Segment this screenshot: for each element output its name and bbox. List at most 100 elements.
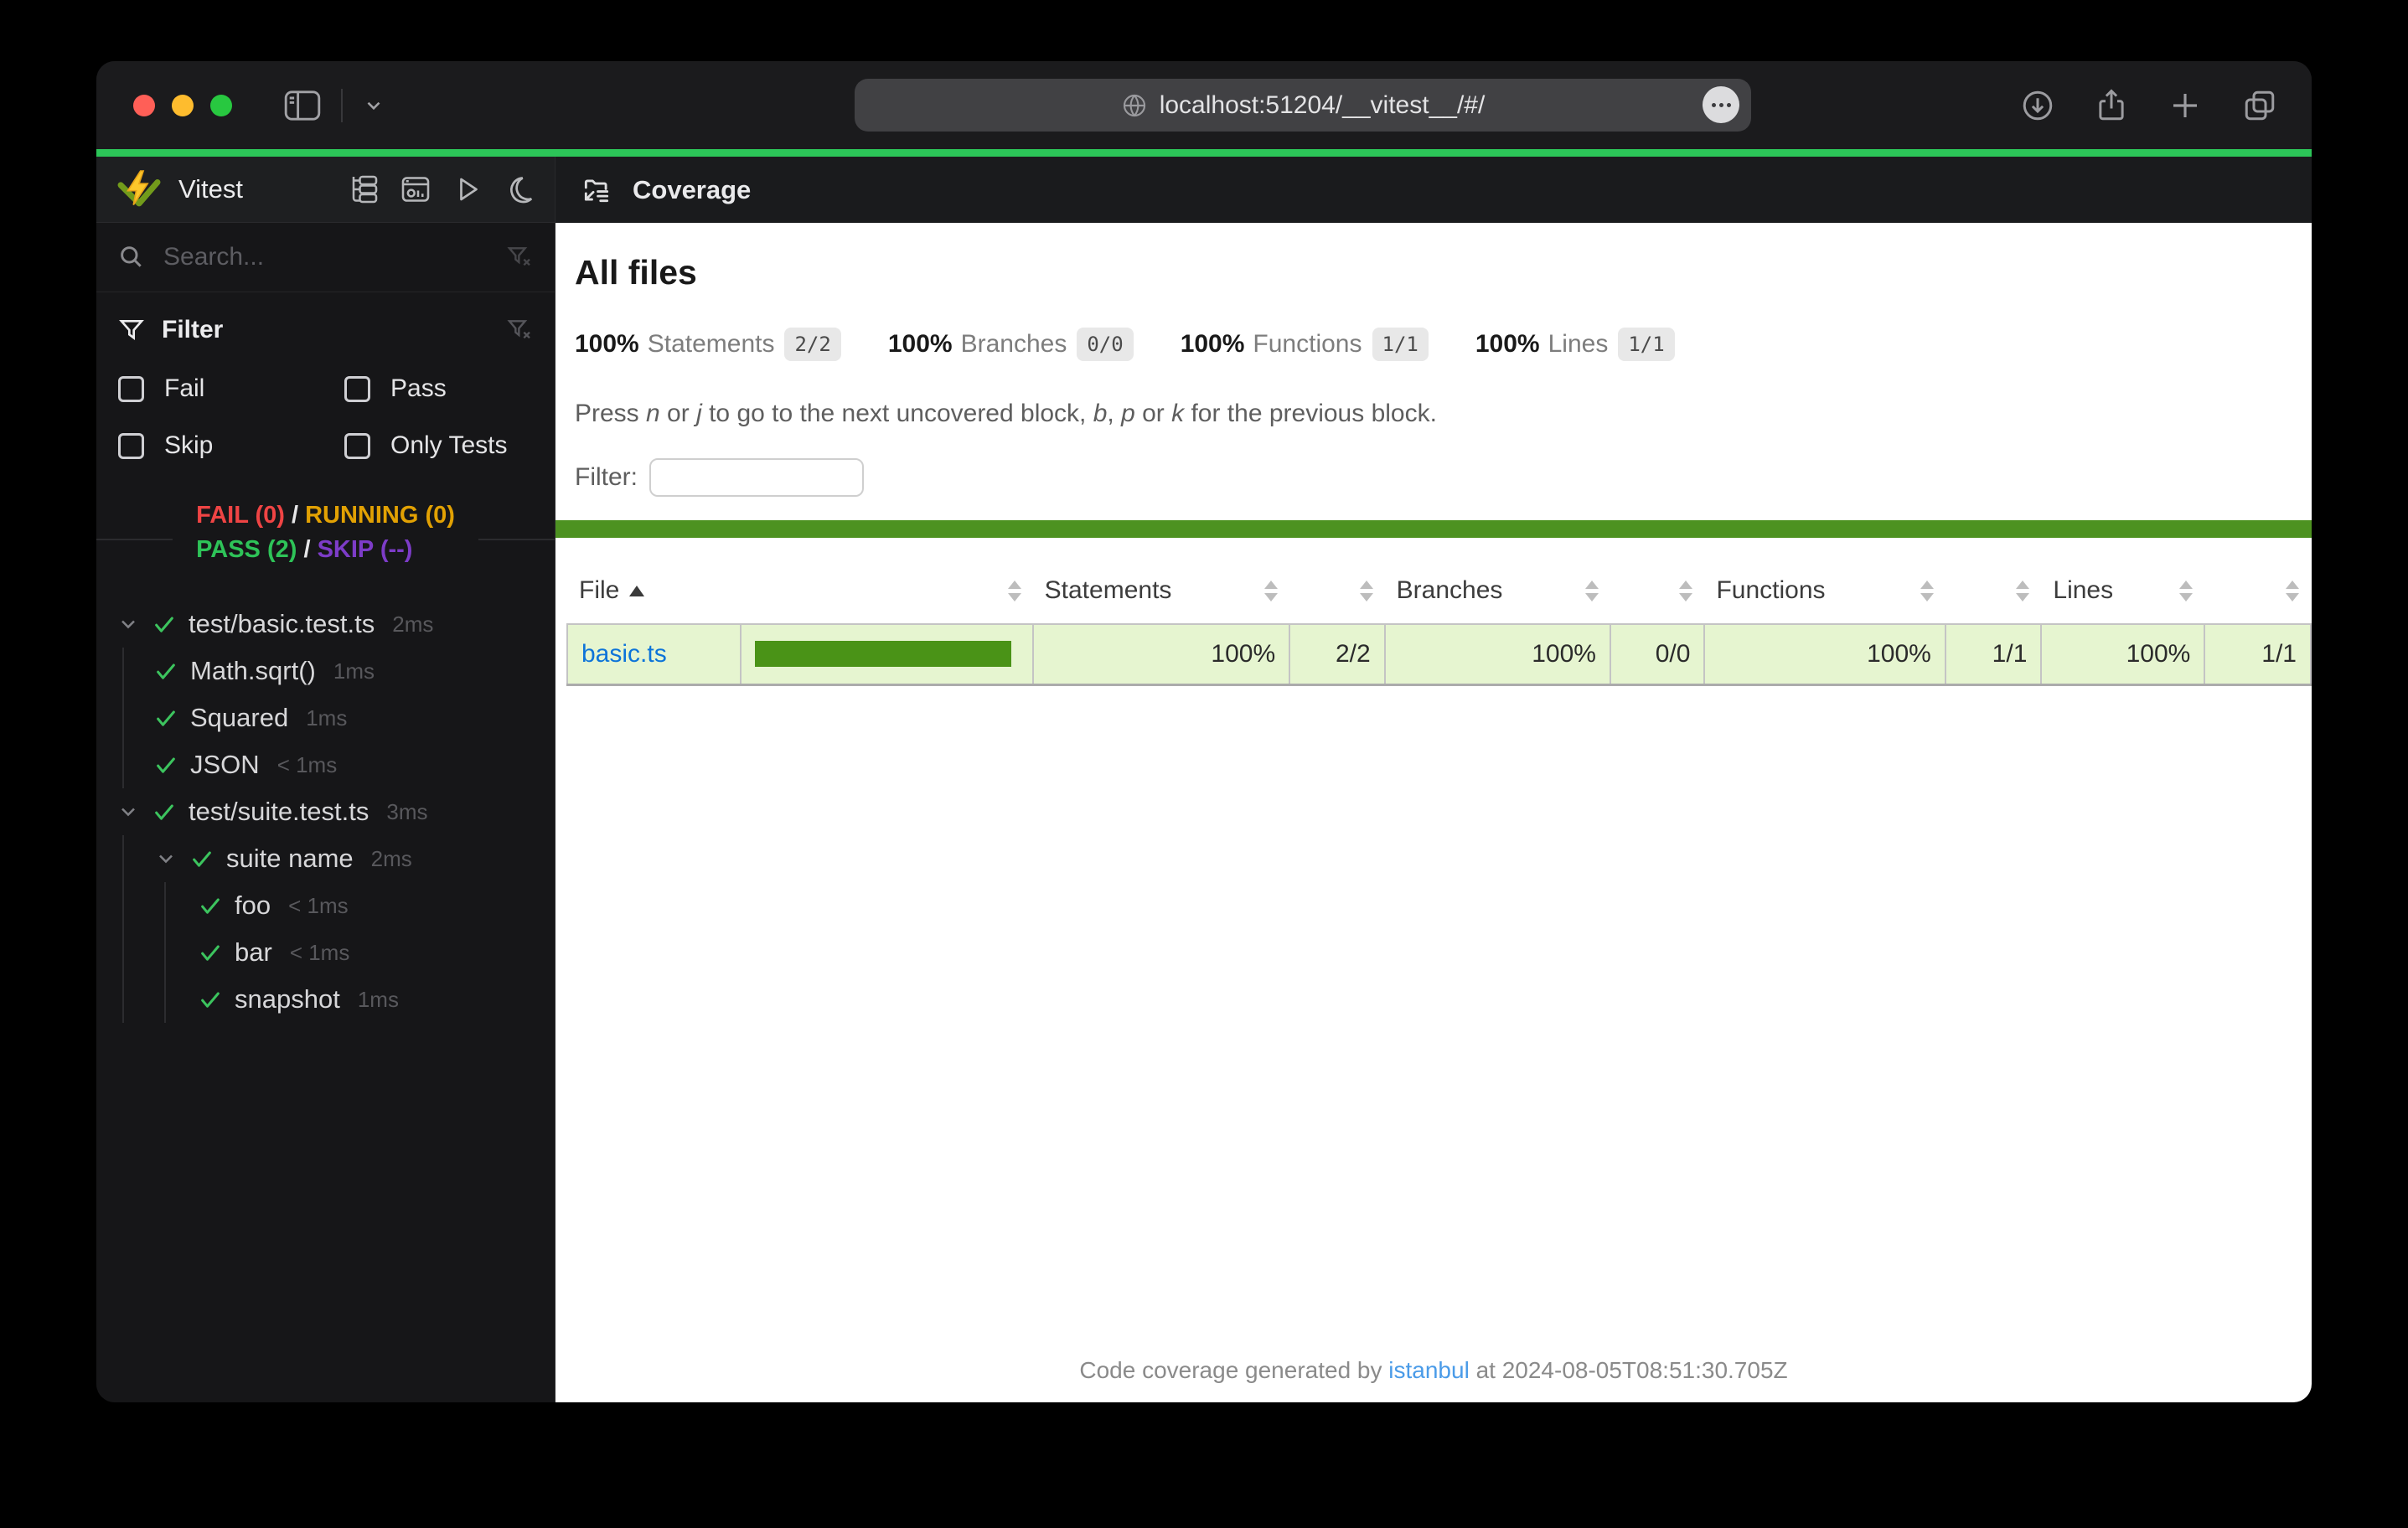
sort-lines-header[interactable]: Lines	[2041, 561, 2204, 624]
browser-titlebar: localhost:51204/__vitest__/#/	[96, 61, 2312, 149]
sort-icon	[1584, 580, 1599, 601]
checkbox-fail[interactable]: Fail	[118, 374, 344, 403]
filter-label: Filter:	[575, 463, 638, 491]
tree-item-suite[interactable]: suite name 2ms	[154, 835, 546, 882]
url-text: localhost:51204/__vitest__/#/	[1159, 90, 1486, 119]
tree-item-test[interactable]: Math.sqrt() 1ms	[154, 648, 546, 694]
stat-statements: 100% Statements 2/2	[575, 328, 841, 361]
lines-ratio-cell: 1/1	[2204, 623, 2312, 686]
coverage-bar	[754, 641, 1011, 668]
sort-file-header[interactable]: File	[567, 561, 741, 624]
chevron-down-icon[interactable]	[154, 847, 178, 870]
sort-statements-header[interactable]: Statements	[1033, 561, 1289, 624]
stat-functions: 100% Functions 1/1	[1181, 328, 1429, 361]
branches-ratio-cell: 0/0	[1609, 623, 1706, 686]
filter-section: Filter Fail Pass Skip Only Tests	[96, 292, 555, 460]
chevron-down-icon[interactable]	[363, 95, 385, 116]
minimize-button[interactable]	[172, 94, 194, 116]
ellipsis-icon[interactable]	[1703, 86, 1739, 123]
run-all-icon[interactable]	[452, 174, 483, 204]
dashboard-icon[interactable]	[400, 174, 431, 204]
checkbox-box[interactable]	[118, 375, 144, 402]
coverage-filter-input[interactable]	[649, 458, 864, 497]
sidebar-toggle-icon[interactable]	[284, 90, 321, 121]
app-title: Vitest	[178, 174, 243, 204]
statements-pct-cell: 100%	[1031, 623, 1291, 686]
report-folder-icon	[581, 174, 612, 206]
branches-pct-cell: 100%	[1383, 623, 1611, 686]
check-icon	[152, 800, 176, 823]
file-link[interactable]: basic.ts	[581, 640, 667, 668]
search-input[interactable]: Search...	[163, 243, 264, 271]
tree-item-test[interactable]: bar < 1ms	[199, 929, 546, 976]
test-tree: test/basic.test.ts 2ms Math.sqrt() 1ms S…	[96, 601, 555, 1023]
close-button[interactable]	[133, 94, 155, 116]
check-icon	[154, 753, 178, 777]
page-title: All files	[575, 253, 697, 292]
coverage-stats: 100% Statements 2/2 100% Branches 0/0 10…	[575, 328, 2312, 361]
checkbox-box[interactable]	[344, 432, 370, 459]
table-header-row: File Statements Branches Functions Lines	[567, 561, 2311, 624]
coverage-tab-label: Coverage	[633, 174, 752, 204]
check-icon	[154, 706, 178, 730]
sort-asc-icon	[629, 585, 645, 596]
checkbox-box[interactable]	[118, 432, 144, 459]
checkbox-only-tests[interactable]: Only Tests	[344, 431, 533, 460]
coverage-report: All files 100% Statements 2/2 100% Branc…	[555, 223, 2312, 1402]
sort-functions-header[interactable]: Functions	[1704, 561, 1945, 624]
zoom-button[interactable]	[210, 94, 232, 116]
tree-item-test[interactable]: snapshot 1ms	[199, 976, 546, 1023]
sidebar-header: Vitest	[96, 157, 555, 223]
fail-count: FAIL (0)	[196, 502, 285, 529]
sort-branches-ratio-header[interactable]	[1610, 561, 1705, 624]
istanbul-link[interactable]: istanbul	[1388, 1357, 1470, 1383]
sort-bar-header[interactable]	[741, 561, 1033, 624]
check-icon	[152, 612, 176, 636]
share-icon[interactable]	[2094, 88, 2129, 123]
stat-ratio-badge: 1/1	[1372, 328, 1429, 361]
check-icon	[199, 894, 222, 917]
checkbox-skip[interactable]: Skip	[118, 431, 344, 460]
vitest-logo-icon	[116, 167, 162, 212]
functions-pct-cell: 100%	[1703, 623, 1946, 686]
stat-branches: 100% Branches 0/0	[888, 328, 1134, 361]
sort-icon	[1679, 580, 1693, 601]
traffic-lights	[133, 94, 232, 116]
functions-ratio-cell: 1/1	[1944, 623, 2043, 686]
tree-item-test[interactable]: Squared 1ms	[154, 694, 546, 741]
keyboard-hint: Press n or j to go to the next uncovered…	[575, 400, 1437, 427]
pass-count: PASS (2)	[196, 536, 297, 563]
sort-icon	[1920, 580, 1934, 601]
tab-overview-icon[interactable]	[2241, 88, 2278, 123]
checkbox-box[interactable]	[344, 375, 370, 402]
sort-functions-ratio-header[interactable]	[1946, 561, 2042, 624]
running-count: RUNNING (0)	[305, 502, 455, 529]
sidebar: Vitest Search... Filter Fail Pass Skip O…	[96, 157, 555, 1402]
sort-icon	[1007, 580, 1021, 601]
checkbox-pass[interactable]: Pass	[344, 374, 533, 403]
main-panel: Coverage All files 100% Statements 2/2 1…	[555, 157, 2312, 1402]
dark-mode-icon[interactable]	[504, 174, 535, 204]
clear-filter-icon[interactable]	[506, 317, 533, 343]
test-progress-bar	[96, 149, 2312, 157]
search-bar[interactable]: Search...	[96, 223, 555, 292]
new-tab-icon[interactable]	[2168, 88, 2203, 123]
check-icon	[190, 847, 214, 870]
tree-item-file[interactable]: test/basic.test.ts 2ms	[116, 601, 546, 648]
sort-icon	[2179, 580, 2194, 601]
chevron-down-icon[interactable]	[116, 612, 140, 636]
coverage-tab[interactable]: Coverage	[555, 157, 2312, 223]
sort-lines-ratio-header[interactable]	[2204, 561, 2311, 624]
tree-item-file[interactable]: test/suite.test.ts 3ms	[116, 788, 546, 835]
tree-item-test[interactable]: JSON < 1ms	[154, 741, 546, 788]
sort-icon	[2286, 580, 2299, 601]
download-icon[interactable]	[2020, 88, 2055, 123]
address-bar[interactable]: localhost:51204/__vitest__/#/	[855, 79, 1751, 132]
browser-window: localhost:51204/__vitest__/#/ Vitest Sea…	[96, 61, 2312, 1402]
sort-statements-ratio-header[interactable]	[1289, 561, 1385, 624]
tree-view-icon[interactable]	[349, 174, 379, 204]
tree-item-test[interactable]: foo < 1ms	[199, 882, 546, 929]
sort-branches-header[interactable]: Branches	[1385, 561, 1610, 624]
clear-search-filter-icon[interactable]	[506, 244, 533, 271]
chevron-down-icon[interactable]	[116, 800, 140, 823]
